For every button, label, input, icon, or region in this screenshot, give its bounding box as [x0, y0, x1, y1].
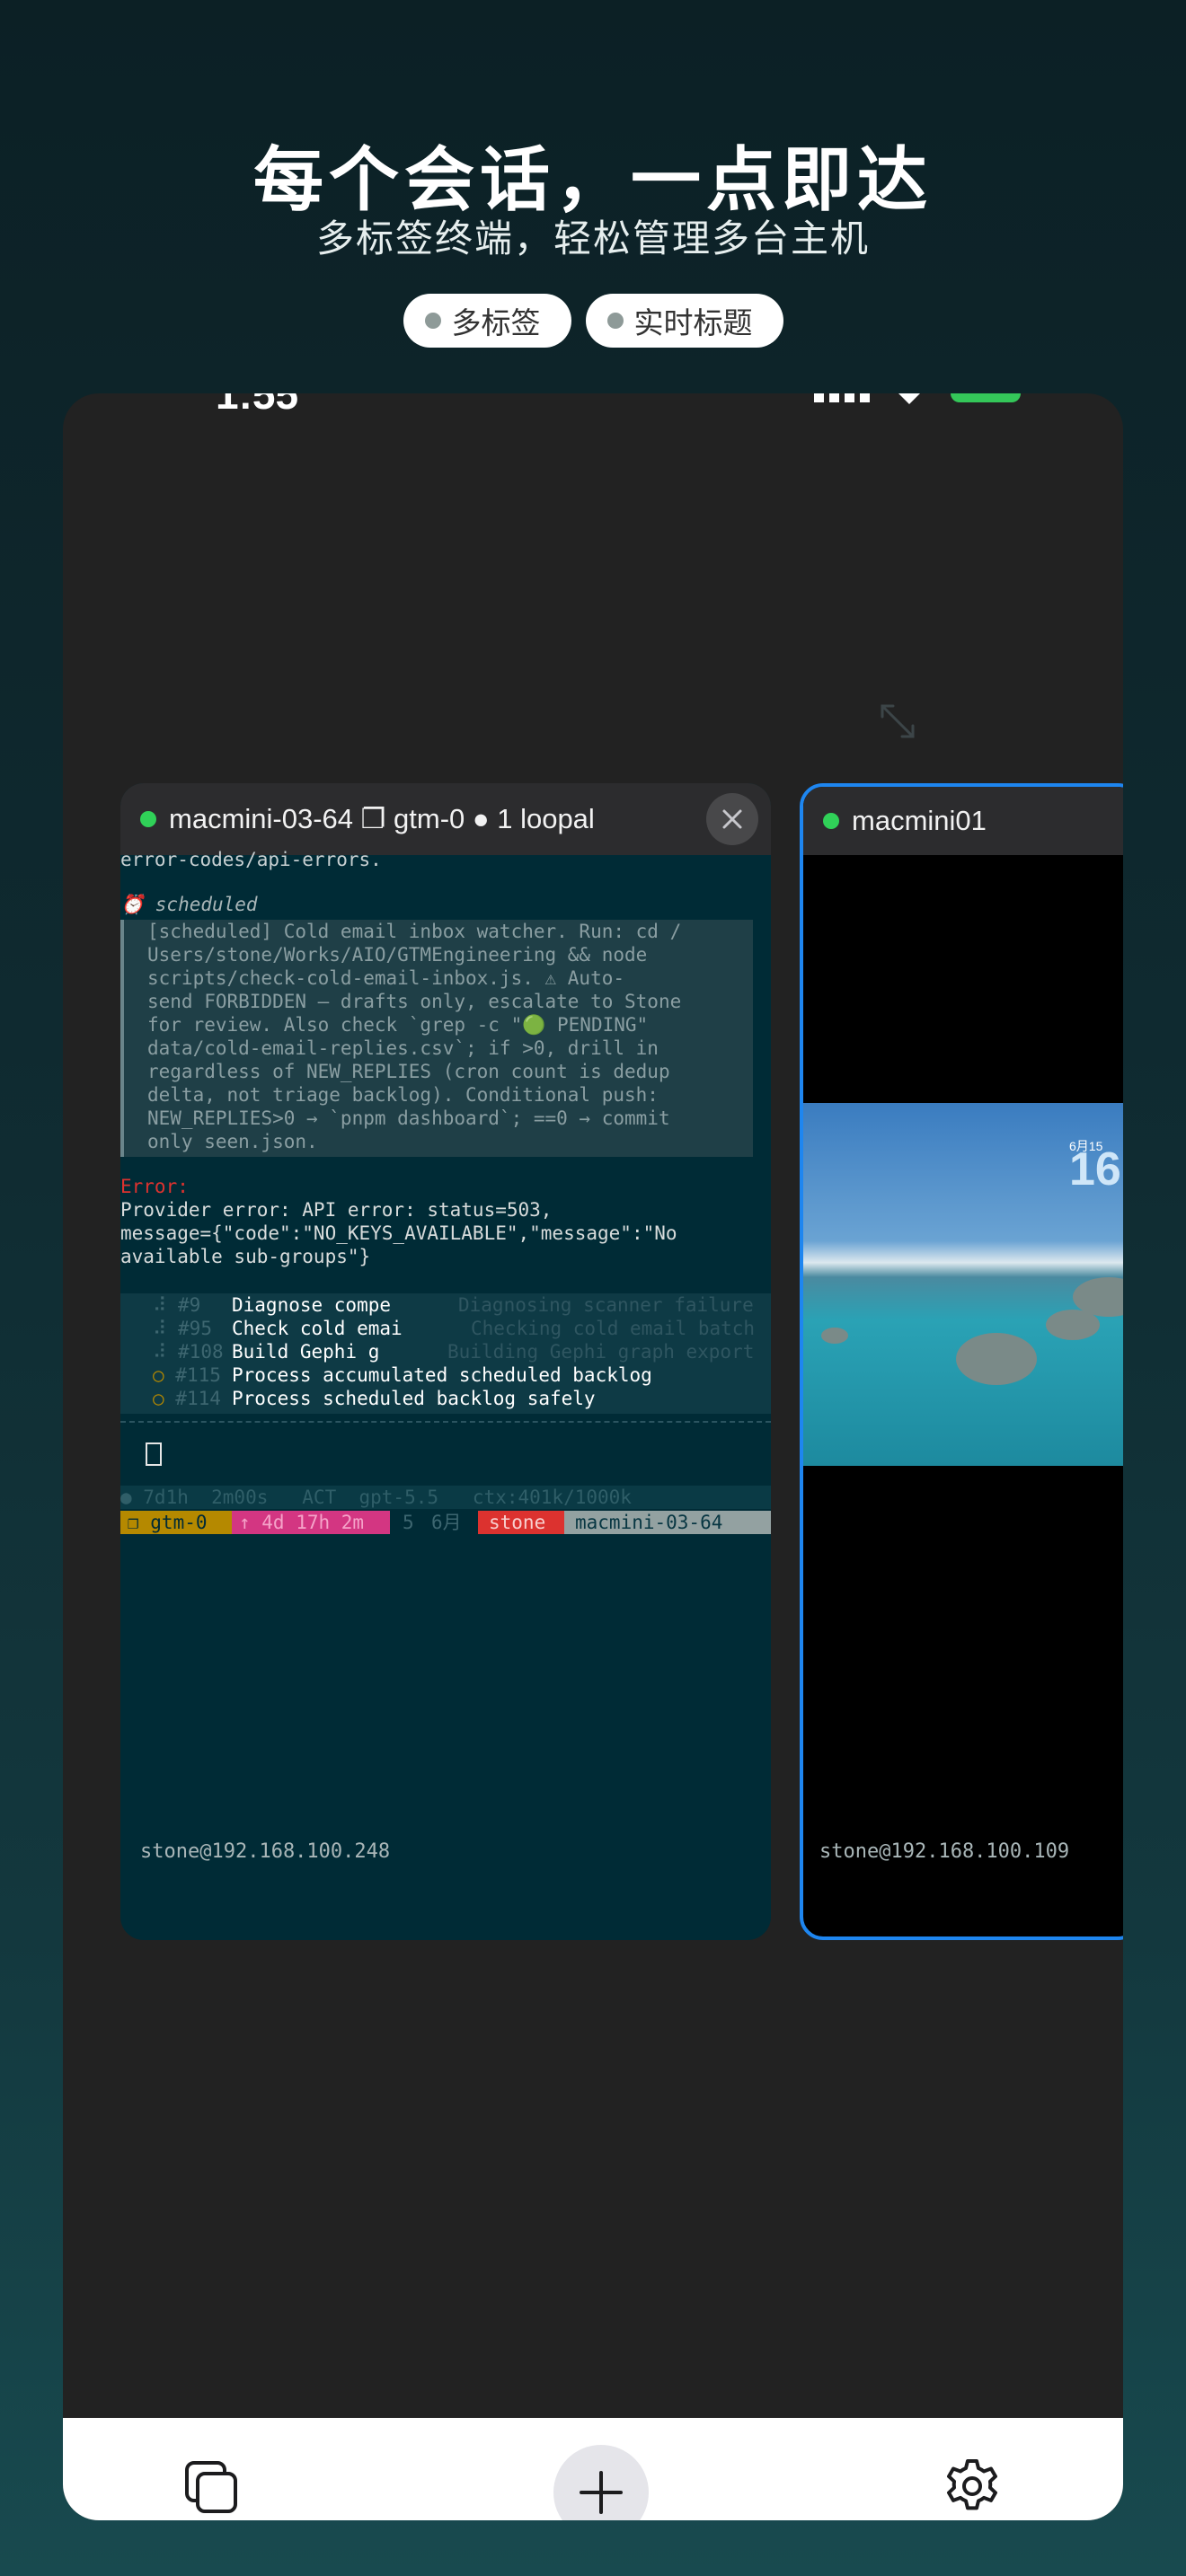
add-session-button[interactable] — [553, 2445, 649, 2520]
tmux-day: 5 — [403, 1512, 414, 1533]
hero-subtitle: 多标签终端，轻松管理多台主机 — [315, 216, 870, 260]
error-line: available sub-groups"} — [120, 1246, 371, 1267]
divider — [120, 1421, 771, 1423]
feature-pills: 多标签 实时标题 — [0, 294, 1186, 348]
wifi-icon — [898, 393, 920, 404]
tmux-status-bar: ❐ gtm-0 ↑ 4d 17h 2m 5 6月 stone macmini-0… — [120, 1511, 771, 1534]
scheduled-line: scripts/check-cold-email-inbox.js. ⚠ Aut… — [147, 967, 625, 989]
tabs-icon[interactable] — [183, 2459, 241, 2517]
status-time: 1:55 — [216, 393, 299, 418]
session-card-header: macmini01 — [803, 787, 1123, 855]
scheduled-line: regardless of NEW_REPLIES (cron count is… — [147, 1061, 670, 1082]
phone-screen: 1:55 macmini-03-64 ❐ gtm-0 ● 1 loopal er… — [63, 393, 1123, 2520]
tmux-uptime: ↑ 4d 17h 2m — [232, 1511, 390, 1534]
tmux-host: macmini-03-64 — [564, 1511, 771, 1534]
plus-icon — [580, 2471, 623, 2514]
tmux-month: 6月 — [431, 1512, 462, 1533]
pill-dot — [606, 313, 624, 329]
scheduled-line: Users/stone/Works/AIO/GTMEngineering && … — [147, 944, 648, 966]
session-card-header: macmini-03-64 ❐ gtm-0 ● 1 loopal — [120, 783, 771, 855]
expand-icon[interactable] — [875, 699, 920, 744]
session-card-active[interactable]: macmini01 6月15 16: stone@192.168.100.109 — [800, 783, 1123, 1940]
scheduled-line: only seen.json. — [147, 1131, 318, 1152]
task-item: ⠼ #95 Check cold emai Checking cold email … — [153, 1318, 756, 1339]
battery-icon — [951, 393, 1021, 402]
session-host: stone@192.168.100.248 — [140, 1840, 391, 1863]
scheduled-line: delta, not triage backlog). Conditional … — [147, 1084, 659, 1106]
terminal-line: error-codes/api-errors. — [120, 849, 382, 870]
scheduled-line: send FORBIDDEN — drafts only, escalate t… — [147, 991, 682, 1012]
feature-pill-live-title: 实时标题 — [585, 294, 783, 348]
session-title: macmini-03-64 ❐ gtm-0 ● 1 loopal — [169, 803, 595, 834]
agent-status-line: ● 7d1h 2m00s ACT gpt-5.5 ctx:401k/1000k — [120, 1486, 771, 1509]
error-line: message={"code":"NO_KEYS_AVAILABLE","mes… — [120, 1222, 677, 1244]
terminal-view[interactable]: error-codes/api-errors. ⏰ scheduled [sch… — [120, 849, 771, 1940]
task-item: ⠼ #9 Diagnose compe Diagnosing scanner fai… — [153, 1294, 754, 1316]
close-icon — [722, 809, 742, 829]
online-status-dot — [140, 811, 156, 827]
task-item: ⠼ #108 Build Gephi g Building Gephi graph … — [153, 1341, 755, 1363]
scheduled-message-block: [scheduled] Cold email inbox watcher. Ru… — [120, 920, 753, 1157]
error-label: Error: — [120, 1176, 189, 1197]
pill-label: 多标签 — [451, 305, 541, 340]
online-status-dot — [823, 813, 839, 829]
session-title: macmini01 — [852, 805, 987, 836]
gear-icon[interactable] — [943, 2457, 1001, 2515]
rock — [821, 1328, 848, 1344]
close-session-button[interactable] — [706, 793, 758, 845]
task-list: ⠼ #9 Diagnose compe Diagnosing scanner fai… — [120, 1293, 771, 1414]
rock — [956, 1333, 1037, 1385]
cellular-signal-icon — [814, 393, 870, 404]
scheduled-line: [scheduled] Cold email inbox watcher. Ru… — [147, 921, 682, 942]
scheduled-line: for review. Also check `grep -c "🟢 PENDI… — [147, 1014, 649, 1036]
error-line: Provider error: API error: status=503, — [120, 1199, 553, 1221]
lockscreen-time: 16: — [1069, 1143, 1123, 1195]
tmux-session: ❐ gtm-0 — [120, 1511, 232, 1534]
tmux-user: stone — [478, 1511, 564, 1534]
session-card[interactable]: macmini-03-64 ❐ gtm-0 ● 1 loopal error-c… — [120, 783, 771, 1940]
scheduled-line: NEW_REPLIES>0 → `pnpm dashboard`; ==0 → … — [147, 1107, 670, 1129]
pill-label: 实时标题 — [633, 305, 753, 340]
session-host: stone@192.168.100.109 — [819, 1840, 1070, 1863]
input-cursor[interactable] — [146, 1442, 162, 1466]
task-item: ○ #115 Process accumulated scheduled back… — [153, 1364, 652, 1386]
bottom-toolbar — [63, 2418, 1123, 2520]
remote-screen-preview: 6月15 16: — [803, 1103, 1123, 1466]
scheduled-label: ⏰ scheduled — [120, 894, 258, 915]
pill-dot — [424, 313, 441, 329]
scheduled-line: data/cold-email-replies.csv`; if >0, dri… — [147, 1037, 659, 1059]
feature-pill-tabs: 多标签 — [403, 294, 571, 348]
task-item: ○ #114 Process scheduled backlog safely — [153, 1388, 596, 1409]
